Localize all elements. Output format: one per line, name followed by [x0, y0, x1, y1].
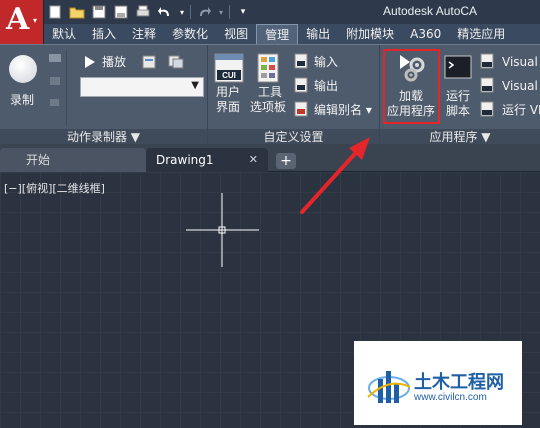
record-button[interactable]: 录制 [6, 53, 40, 111]
tool-palettes-label-line1: 工具 [258, 85, 283, 99]
tool-palettes-icon [257, 53, 279, 83]
vba-run-icon [480, 101, 494, 117]
tab-drawing1[interactable]: Drawing1 ✕ [146, 148, 268, 172]
open-folder-icon[interactable] [68, 3, 86, 21]
applications-panel-title[interactable]: 应用程序 ▼ [380, 129, 540, 145]
edit-aliases-button[interactable]: 编辑别名 ▾ [294, 101, 380, 119]
cui-export-icon [294, 77, 308, 93]
save-icon[interactable] [90, 3, 108, 21]
document-tab-bar: 开始 Drawing1 ✕ + [0, 144, 540, 172]
record-icon [9, 55, 37, 83]
run-script-label-line2: 脚本 [446, 104, 471, 118]
insert-message-icon[interactable] [48, 53, 62, 68]
ribbon-tab-bar: 默认 插入 注释 参数化 视图 管理 输出 附加模块 A360 精选应用 [44, 24, 540, 44]
toolbar-separator [190, 5, 191, 19]
insert-base-point-icon[interactable] [48, 97, 62, 112]
run-vba-label: 运行 VI [502, 103, 540, 117]
customization-panel: CUI 用户 界面 工具 选项板 输入 输出 编辑别名 ▾ 自定义设置 [208, 45, 380, 145]
edit-aliases-label: 编辑别名 ▾ [314, 103, 372, 117]
visual-basic-editor-button[interactable]: Visual [480, 53, 540, 71]
visual-lisp-editor-button[interactable]: Visual [480, 77, 540, 95]
customize-qat-icon[interactable]: ▾ [234, 3, 252, 21]
export-button[interactable]: 输出 [294, 77, 374, 95]
macro-select-dropdown[interactable]: ▼ [80, 77, 204, 97]
crosshair-cursor-icon [186, 193, 259, 267]
visual-lisp-label: Visual [502, 79, 538, 93]
manage-macros-icon[interactable] [168, 55, 184, 72]
tab-output[interactable]: 输出 [298, 24, 338, 44]
window-title: Autodesk AutoCA [383, 4, 478, 18]
tab-annotate[interactable]: 注释 [124, 24, 164, 44]
tab-featured-apps[interactable]: 精选应用 [449, 24, 513, 44]
vba-file-icon [480, 53, 494, 69]
lsp-file-icon [480, 77, 494, 93]
tab-manage[interactable]: 管理 [256, 24, 299, 44]
undo-icon[interactable] [156, 3, 174, 21]
ribbon-panel-area: 录制 播放 ▼ 动作录制器 ▼ CUI 用户 界面 工具 选项板 输入 输出 编… [0, 44, 540, 145]
cui-icon-text: CUI [222, 71, 236, 80]
tab-parametric[interactable]: 参数化 [164, 24, 216, 44]
tab-drawing1-label: Drawing1 [156, 153, 214, 167]
application-menu-button[interactable]: A ▾ [0, 0, 44, 44]
visual-basic-label: Visual [502, 55, 538, 69]
export-label: 输出 [314, 79, 339, 93]
tab-default[interactable]: 默认 [44, 24, 84, 44]
chevron-down-icon: ▼ [191, 80, 199, 91]
chevron-down-icon: ▾ [33, 16, 38, 25]
tab-start-label: 开始 [26, 153, 51, 167]
play-label: 播放 [102, 55, 127, 69]
title-bar: ▾ ▾ ▾ Autodesk AutoCA [0, 0, 540, 24]
action-recorder-panel-title[interactable]: 动作录制器 ▼ [0, 129, 207, 145]
import-button[interactable]: 输入 [294, 53, 374, 71]
play-icon [85, 56, 95, 68]
quick-access-toolbar: ▾ ▾ ▾ [46, 0, 252, 24]
tool-palettes-button[interactable]: 工具 选项板 [250, 51, 290, 115]
preference-icon[interactable] [142, 55, 156, 72]
autocad-logo-icon: A [6, 2, 30, 37]
tab-addins[interactable]: 附加模块 [338, 24, 402, 44]
panel-divider [66, 51, 67, 125]
watermark-logo-icon [367, 371, 411, 403]
redo-icon[interactable] [195, 3, 213, 21]
run-script-button[interactable]: 运行 脚本 [442, 51, 476, 121]
customization-panel-title: 自定义设置 [208, 129, 379, 145]
run-script-label-line1: 运行 [446, 89, 471, 103]
redo-dropdown-icon[interactable]: ▾ [217, 3, 225, 21]
watermark-site-url: www.civilcn.com [414, 392, 487, 403]
pgp-file-icon [294, 101, 308, 117]
plot-print-icon[interactable] [134, 3, 152, 21]
user-interface-button[interactable]: CUI 用户 界面 [212, 51, 246, 115]
record-label: 录制 [10, 93, 35, 107]
watermark-site-name: 土木工程网 [414, 372, 504, 393]
import-label: 输入 [314, 55, 339, 69]
load-application-highlight-box [383, 49, 440, 124]
run-script-terminal-icon [444, 55, 472, 79]
toolbar-separator [229, 5, 230, 19]
cui-icon: CUI [214, 53, 244, 83]
tab-start[interactable]: 开始 [0, 148, 146, 172]
run-vba-macro-button[interactable]: 运行 VI [480, 101, 540, 119]
save-as-icon[interactable] [112, 3, 130, 21]
undo-dropdown-icon[interactable]: ▾ [178, 3, 186, 21]
user-interface-label-line1: 用户 [216, 85, 241, 99]
close-icon[interactable]: ✕ [249, 148, 258, 172]
tab-insert[interactable]: 插入 [84, 24, 124, 44]
tab-view[interactable]: 视图 [216, 24, 256, 44]
request-input-icon[interactable] [48, 75, 62, 90]
user-interface-label-line2: 界面 [216, 100, 241, 114]
tab-a360[interactable]: A360 [402, 24, 449, 44]
tool-palettes-label-line2: 选项板 [250, 100, 287, 114]
cui-import-icon [294, 53, 308, 69]
site-watermark: 土木工程网 www.civilcn.com [354, 341, 522, 425]
action-recorder-panel: 录制 播放 ▼ 动作录制器 ▼ [0, 45, 208, 145]
new-file-icon[interactable] [46, 3, 64, 21]
new-tab-button[interactable]: + [276, 153, 296, 169]
